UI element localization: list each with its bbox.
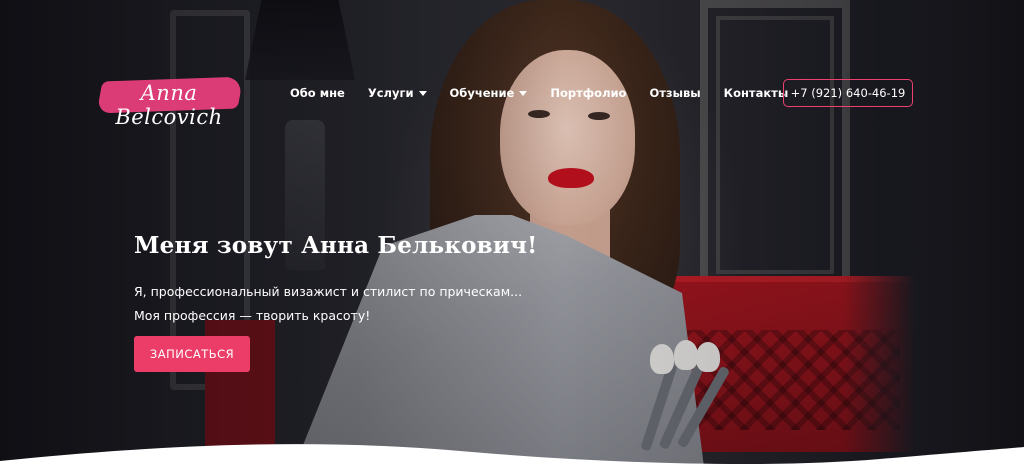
nav-item-services[interactable]: Услуги [368, 86, 427, 100]
nav-item-label: Услуги [367, 86, 414, 100]
nav-item-label: Портфолио [550, 86, 627, 100]
site-logo[interactable]: Anna Belcovich [90, 75, 248, 129]
chevron-down-icon [519, 90, 528, 96]
nav-item-about[interactable]: Обо мне [290, 86, 345, 100]
nav-item-reviews[interactable]: Отзывы [649, 86, 700, 100]
main-navigation: Обо мне Услуги Обучение Портфолио Отзывы… [290, 86, 788, 100]
chevron-down-icon [418, 90, 427, 96]
nav-item-training[interactable]: Обучение [450, 86, 528, 100]
hero-subtitle-line: Моя профессия — творить красоту! [134, 308, 371, 323]
nav-item-label: Контакты [723, 86, 789, 100]
phone-button[interactable]: +7 (921) 640-46-19 [783, 79, 913, 107]
nav-item-portfolio[interactable]: Портфолио [550, 86, 626, 100]
hero-subtitle: Я, профессиональный визажист и стилист п… [134, 280, 522, 328]
bottom-wave-divider [0, 444, 1024, 473]
signup-button[interactable]: ЗАПИСАТЬСЯ [134, 336, 250, 372]
nav-item-label: Отзывы [649, 86, 701, 100]
hero-title: Меня зовут Анна Белькович! [134, 232, 538, 259]
nav-item-label: Обо мне [290, 86, 345, 100]
nav-item-label: Обучение [449, 86, 515, 100]
nav-item-contacts[interactable]: Контакты [724, 86, 789, 100]
hero-subtitle-line: Я, профессиональный визажист и стилист п… [134, 284, 523, 299]
logo-text: Anna Belcovich [115, 81, 223, 129]
